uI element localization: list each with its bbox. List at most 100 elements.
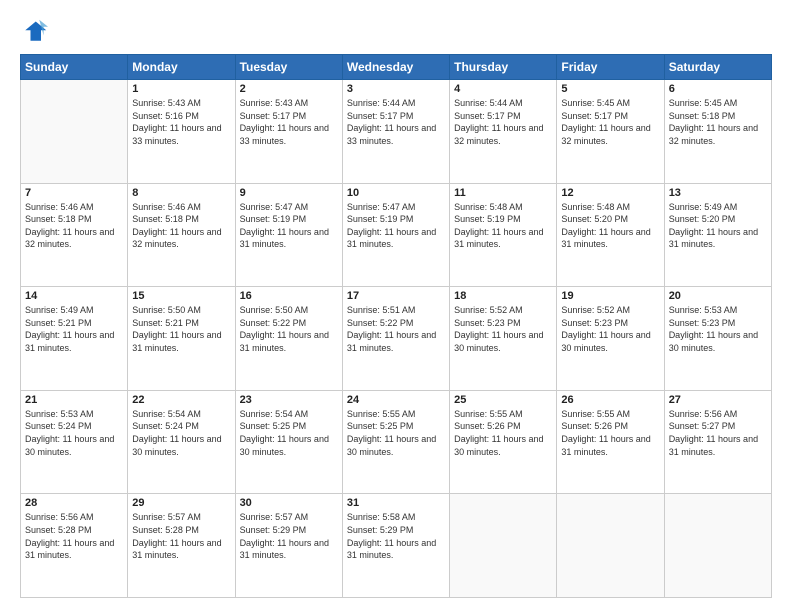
calendar-cell: 29 Sunrise: 5:57 AM Sunset: 5:28 PM Dayl… (128, 494, 235, 598)
weekday-header: Wednesday (342, 55, 449, 80)
weekday-header: Tuesday (235, 55, 342, 80)
day-number: 25 (454, 394, 552, 406)
calendar-cell: 10 Sunrise: 5:47 AM Sunset: 5:19 PM Dayl… (342, 183, 449, 287)
day-info: Sunrise: 5:56 AM Sunset: 5:28 PM Dayligh… (25, 511, 123, 561)
day-info: Sunrise: 5:58 AM Sunset: 5:29 PM Dayligh… (347, 511, 445, 561)
calendar-cell (664, 494, 771, 598)
day-info: Sunrise: 5:50 AM Sunset: 5:21 PM Dayligh… (132, 304, 230, 354)
calendar-cell: 21 Sunrise: 5:53 AM Sunset: 5:24 PM Dayl… (21, 390, 128, 494)
day-number: 1 (132, 83, 230, 95)
day-info: Sunrise: 5:54 AM Sunset: 5:25 PM Dayligh… (240, 408, 338, 458)
calendar-cell: 4 Sunrise: 5:44 AM Sunset: 5:17 PM Dayli… (450, 80, 557, 184)
calendar-cell: 7 Sunrise: 5:46 AM Sunset: 5:18 PM Dayli… (21, 183, 128, 287)
calendar-cell: 13 Sunrise: 5:49 AM Sunset: 5:20 PM Dayl… (664, 183, 771, 287)
calendar-cell: 24 Sunrise: 5:55 AM Sunset: 5:25 PM Dayl… (342, 390, 449, 494)
day-number: 26 (561, 394, 659, 406)
day-info: Sunrise: 5:43 AM Sunset: 5:17 PM Dayligh… (240, 97, 338, 147)
day-number: 7 (25, 187, 123, 199)
day-info: Sunrise: 5:44 AM Sunset: 5:17 PM Dayligh… (454, 97, 552, 147)
day-number: 27 (669, 394, 767, 406)
day-info: Sunrise: 5:54 AM Sunset: 5:24 PM Dayligh… (132, 408, 230, 458)
day-number: 2 (240, 83, 338, 95)
logo (20, 18, 52, 46)
calendar-cell: 9 Sunrise: 5:47 AM Sunset: 5:19 PM Dayli… (235, 183, 342, 287)
day-info: Sunrise: 5:49 AM Sunset: 5:20 PM Dayligh… (669, 201, 767, 251)
day-number: 9 (240, 187, 338, 199)
day-info: Sunrise: 5:49 AM Sunset: 5:21 PM Dayligh… (25, 304, 123, 354)
day-info: Sunrise: 5:53 AM Sunset: 5:24 PM Dayligh… (25, 408, 123, 458)
day-number: 28 (25, 497, 123, 509)
calendar-cell: 18 Sunrise: 5:52 AM Sunset: 5:23 PM Dayl… (450, 287, 557, 391)
calendar-cell: 23 Sunrise: 5:54 AM Sunset: 5:25 PM Dayl… (235, 390, 342, 494)
calendar-cell (557, 494, 664, 598)
calendar-cell: 20 Sunrise: 5:53 AM Sunset: 5:23 PM Dayl… (664, 287, 771, 391)
calendar-header-row: SundayMondayTuesdayWednesdayThursdayFrid… (21, 55, 772, 80)
logo-icon (20, 18, 48, 46)
calendar-cell: 31 Sunrise: 5:58 AM Sunset: 5:29 PM Dayl… (342, 494, 449, 598)
day-number: 14 (25, 290, 123, 302)
calendar-week-row: 21 Sunrise: 5:53 AM Sunset: 5:24 PM Dayl… (21, 390, 772, 494)
day-number: 20 (669, 290, 767, 302)
weekday-header: Sunday (21, 55, 128, 80)
calendar-week-row: 7 Sunrise: 5:46 AM Sunset: 5:18 PM Dayli… (21, 183, 772, 287)
day-info: Sunrise: 5:46 AM Sunset: 5:18 PM Dayligh… (132, 201, 230, 251)
day-info: Sunrise: 5:55 AM Sunset: 5:26 PM Dayligh… (454, 408, 552, 458)
calendar-cell: 14 Sunrise: 5:49 AM Sunset: 5:21 PM Dayl… (21, 287, 128, 391)
day-number: 22 (132, 394, 230, 406)
day-info: Sunrise: 5:52 AM Sunset: 5:23 PM Dayligh… (561, 304, 659, 354)
calendar-cell: 11 Sunrise: 5:48 AM Sunset: 5:19 PM Dayl… (450, 183, 557, 287)
calendar-cell: 15 Sunrise: 5:50 AM Sunset: 5:21 PM Dayl… (128, 287, 235, 391)
day-number: 30 (240, 497, 338, 509)
day-number: 12 (561, 187, 659, 199)
day-number: 8 (132, 187, 230, 199)
day-info: Sunrise: 5:57 AM Sunset: 5:28 PM Dayligh… (132, 511, 230, 561)
day-info: Sunrise: 5:57 AM Sunset: 5:29 PM Dayligh… (240, 511, 338, 561)
calendar-cell: 5 Sunrise: 5:45 AM Sunset: 5:17 PM Dayli… (557, 80, 664, 184)
day-info: Sunrise: 5:55 AM Sunset: 5:26 PM Dayligh… (561, 408, 659, 458)
day-number: 19 (561, 290, 659, 302)
day-info: Sunrise: 5:47 AM Sunset: 5:19 PM Dayligh… (240, 201, 338, 251)
calendar-week-row: 14 Sunrise: 5:49 AM Sunset: 5:21 PM Dayl… (21, 287, 772, 391)
day-info: Sunrise: 5:45 AM Sunset: 5:18 PM Dayligh… (669, 97, 767, 147)
calendar-cell: 25 Sunrise: 5:55 AM Sunset: 5:26 PM Dayl… (450, 390, 557, 494)
day-info: Sunrise: 5:47 AM Sunset: 5:19 PM Dayligh… (347, 201, 445, 251)
day-number: 24 (347, 394, 445, 406)
day-info: Sunrise: 5:50 AM Sunset: 5:22 PM Dayligh… (240, 304, 338, 354)
day-number: 29 (132, 497, 230, 509)
calendar-cell: 27 Sunrise: 5:56 AM Sunset: 5:27 PM Dayl… (664, 390, 771, 494)
day-number: 13 (669, 187, 767, 199)
day-info: Sunrise: 5:46 AM Sunset: 5:18 PM Dayligh… (25, 201, 123, 251)
day-number: 6 (669, 83, 767, 95)
calendar-cell: 22 Sunrise: 5:54 AM Sunset: 5:24 PM Dayl… (128, 390, 235, 494)
calendar-week-row: 1 Sunrise: 5:43 AM Sunset: 5:16 PM Dayli… (21, 80, 772, 184)
day-info: Sunrise: 5:51 AM Sunset: 5:22 PM Dayligh… (347, 304, 445, 354)
day-info: Sunrise: 5:45 AM Sunset: 5:17 PM Dayligh… (561, 97, 659, 147)
day-number: 11 (454, 187, 552, 199)
day-info: Sunrise: 5:55 AM Sunset: 5:25 PM Dayligh… (347, 408, 445, 458)
day-info: Sunrise: 5:44 AM Sunset: 5:17 PM Dayligh… (347, 97, 445, 147)
day-number: 21 (25, 394, 123, 406)
calendar-cell: 2 Sunrise: 5:43 AM Sunset: 5:17 PM Dayli… (235, 80, 342, 184)
day-number: 18 (454, 290, 552, 302)
day-number: 4 (454, 83, 552, 95)
calendar-cell: 30 Sunrise: 5:57 AM Sunset: 5:29 PM Dayl… (235, 494, 342, 598)
day-info: Sunrise: 5:56 AM Sunset: 5:27 PM Dayligh… (669, 408, 767, 458)
calendar-cell: 1 Sunrise: 5:43 AM Sunset: 5:16 PM Dayli… (128, 80, 235, 184)
calendar-cell: 17 Sunrise: 5:51 AM Sunset: 5:22 PM Dayl… (342, 287, 449, 391)
day-number: 3 (347, 83, 445, 95)
day-info: Sunrise: 5:52 AM Sunset: 5:23 PM Dayligh… (454, 304, 552, 354)
calendar-cell: 8 Sunrise: 5:46 AM Sunset: 5:18 PM Dayli… (128, 183, 235, 287)
calendar-cell: 19 Sunrise: 5:52 AM Sunset: 5:23 PM Dayl… (557, 287, 664, 391)
weekday-header: Saturday (664, 55, 771, 80)
day-info: Sunrise: 5:48 AM Sunset: 5:19 PM Dayligh… (454, 201, 552, 251)
weekday-header: Thursday (450, 55, 557, 80)
header (20, 18, 772, 46)
calendar-cell: 16 Sunrise: 5:50 AM Sunset: 5:22 PM Dayl… (235, 287, 342, 391)
calendar-cell: 28 Sunrise: 5:56 AM Sunset: 5:28 PM Dayl… (21, 494, 128, 598)
day-info: Sunrise: 5:43 AM Sunset: 5:16 PM Dayligh… (132, 97, 230, 147)
day-info: Sunrise: 5:53 AM Sunset: 5:23 PM Dayligh… (669, 304, 767, 354)
day-number: 23 (240, 394, 338, 406)
day-number: 15 (132, 290, 230, 302)
calendar-cell (450, 494, 557, 598)
weekday-header: Monday (128, 55, 235, 80)
